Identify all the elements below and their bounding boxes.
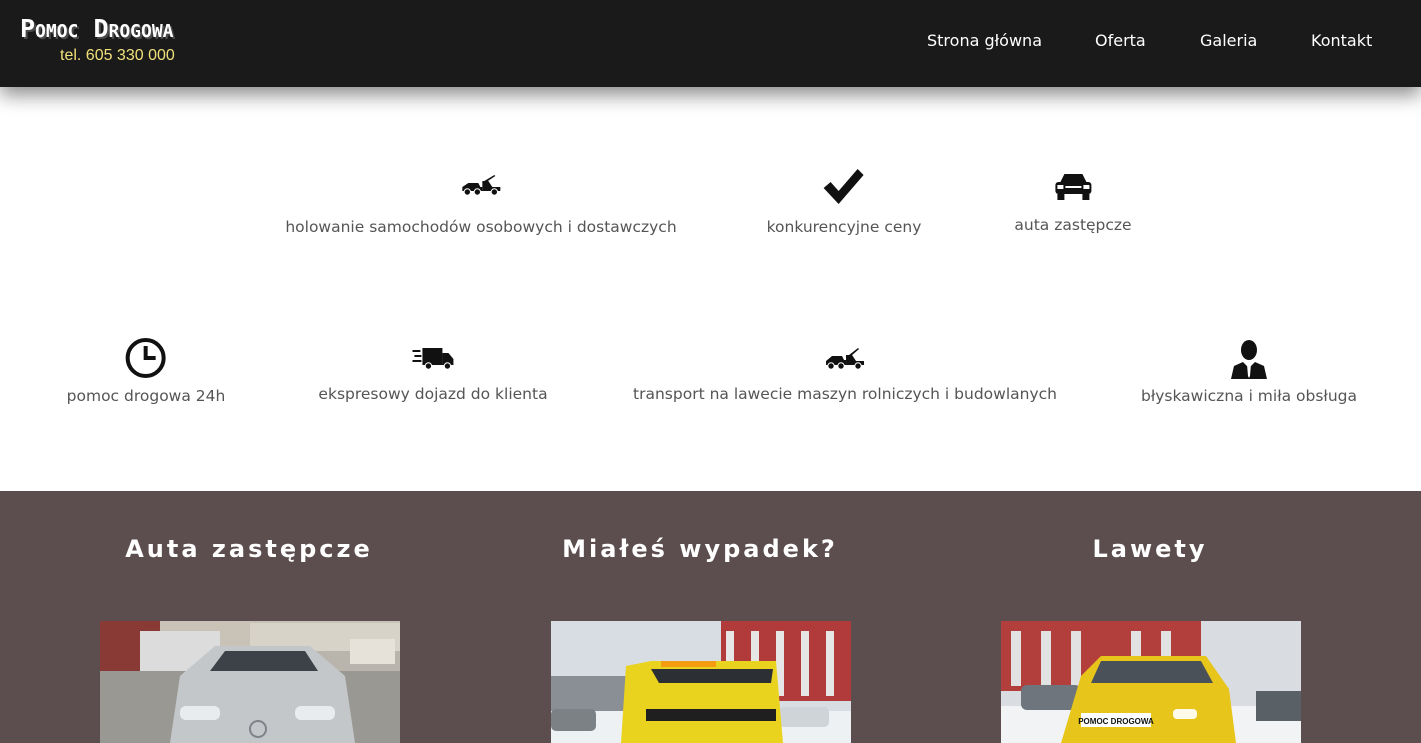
clock-icon <box>126 338 166 378</box>
feature-24h: pomoc drogowa 24h <box>66 337 226 405</box>
nav-item-offer[interactable]: Oferta <box>1095 31 1146 50</box>
feature-label: konkurencyjne ceny <box>766 218 922 236</box>
feature-label: holowanie samochodów osobowych i dostawc… <box>285 218 677 236</box>
replacement-car-photo[interactable] <box>100 621 400 743</box>
brand-phone: tel. 605 330 000 <box>60 47 175 64</box>
fast-van-icon <box>411 348 453 370</box>
flatbed-truck-photo[interactable]: POMOC DROGOWA <box>1001 621 1301 743</box>
feature-replacement-cars: auta zastępcze <box>1014 170 1132 234</box>
car-icon <box>1055 174 1091 200</box>
feature-express: ekspresowy dojazd do klienta <box>318 345 548 403</box>
tow-truck-icon <box>461 175 500 196</box>
feature-towing: holowanie samochodów osobowych i dostawc… <box>285 173 677 236</box>
site-header: Pomoc Drogowa tel. 605 330 000 Strona gł… <box>0 0 1421 87</box>
feature-label: błyskawiczna i miła obsługa <box>1140 387 1358 405</box>
section-title-flatbeds: Lawety <box>1092 535 1208 563</box>
feature-service: błyskawiczna i miła obsługa <box>1141 338 1357 405</box>
brand-logo[interactable]: Pomoc Drogowa tel. 605 330 000 <box>20 14 175 64</box>
checkmark-icon <box>823 169 864 204</box>
nav-item-home[interactable]: Strona główna <box>927 31 1042 50</box>
feature-label: auta zastępcze <box>1014 216 1132 234</box>
feature-label: pomoc drogowa 24h <box>66 387 226 405</box>
services-band: Auta zastępcze Miałeś wypadek? Lawety PO… <box>0 491 1421 743</box>
feature-prices: konkurencyjne ceny <box>766 166 922 236</box>
tow-truck-photo[interactable] <box>551 621 851 743</box>
person-icon <box>1231 340 1267 379</box>
flatbed-truck-icon <box>826 348 864 370</box>
section-title-replacement-cars: Auta zastępcze <box>125 535 373 563</box>
feature-flatbed: transport na lawecie maszyn rolniczych i… <box>633 345 1057 403</box>
section-title-accident: Miałeś wypadek? <box>562 535 838 563</box>
nav-item-gallery[interactable]: Galeria <box>1200 31 1257 50</box>
feature-label: ekspresowy dojazd do klienta <box>318 385 548 403</box>
brand-name: Pomoc Drogowa <box>20 14 174 43</box>
feature-label: transport na lawecie maszyn rolniczych i… <box>633 385 1057 403</box>
truck-sign-text: POMOC DROGOWA <box>1078 717 1154 726</box>
nav-item-contact[interactable]: Kontakt <box>1311 31 1372 50</box>
